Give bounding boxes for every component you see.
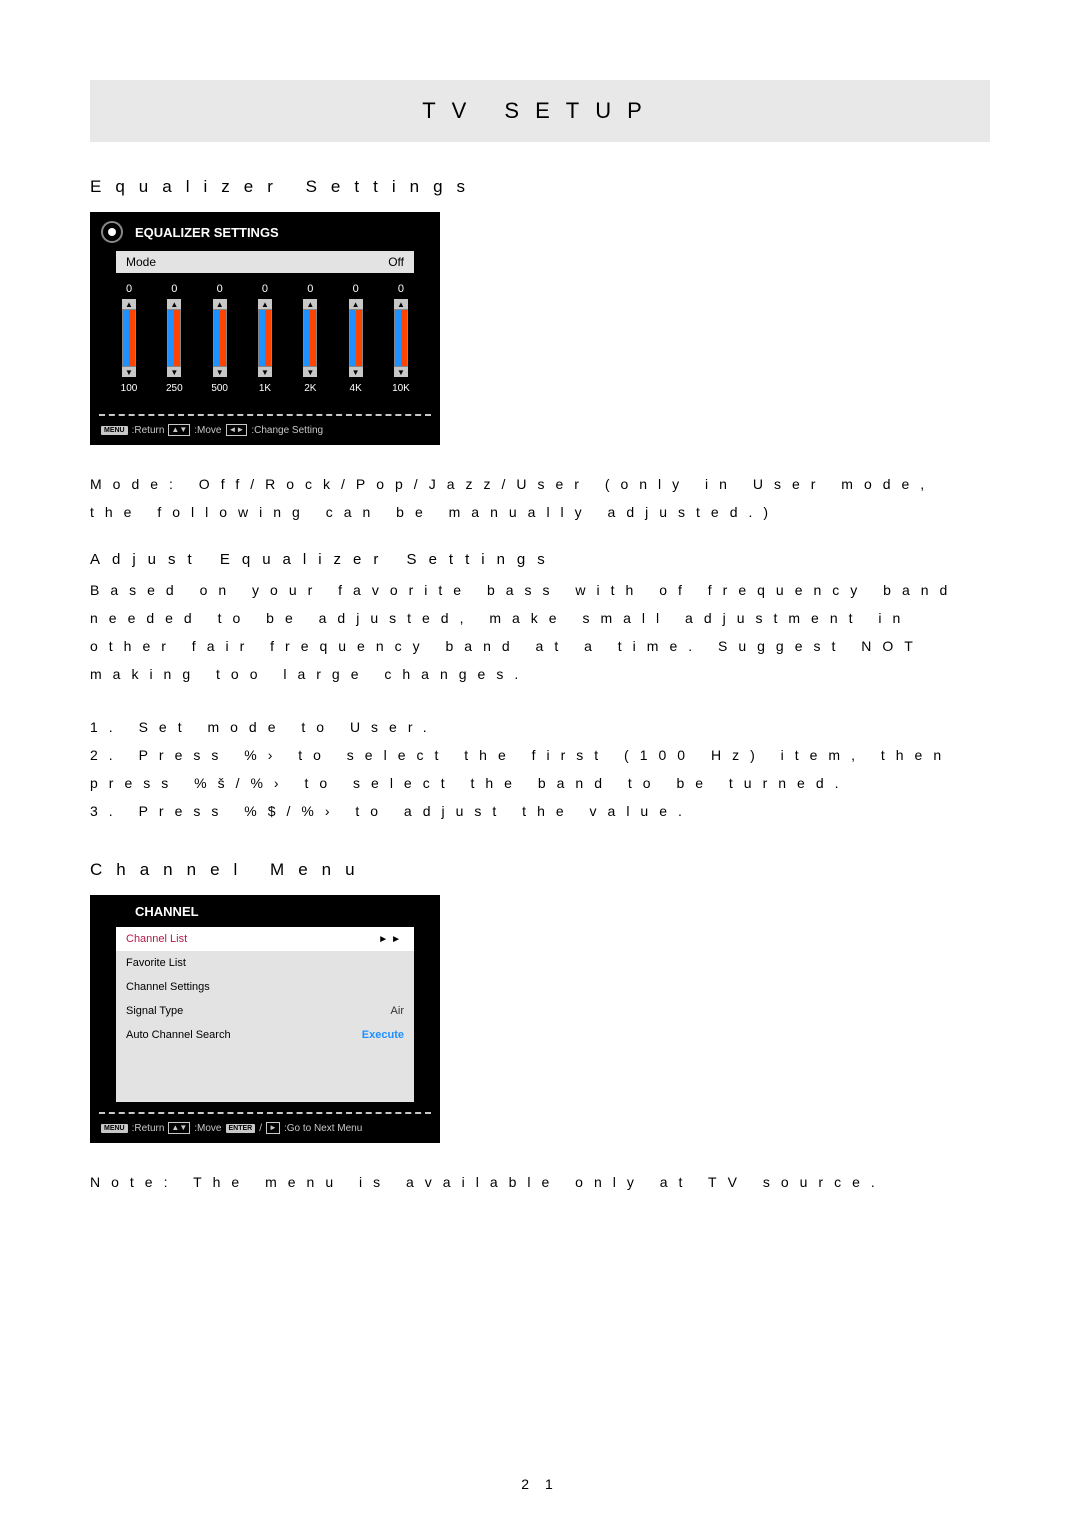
band-freq: 100 <box>121 383 138 394</box>
equalizer-band[interactable]: 0 ▲ ▼ 100 <box>109 283 149 394</box>
equalizer-band[interactable]: 0 ▲ ▼ 1K <box>245 283 285 394</box>
equalizer-panel-header: EQUALIZER SETTINGS <box>91 213 439 251</box>
footer-move: :Move <box>194 1123 221 1134</box>
channel-heading: Channel Menu <box>90 860 990 880</box>
page-number: 2 1 <box>90 1476 990 1492</box>
band-freq: 250 <box>166 383 183 394</box>
equalizer-panel-title: EQUALIZER SETTINGS <box>135 225 279 240</box>
channel-body: Channel List►► Favorite List Channel Setti… <box>116 927 414 1047</box>
target-icon <box>101 221 123 243</box>
updown-arrows-icon: ▲▼ <box>168 424 190 436</box>
row-arrows-icon: ►► <box>378 934 404 945</box>
equalizer-band[interactable]: 0 ▲ ▼ 250 <box>154 283 194 394</box>
page-title: TV SETUP <box>422 98 658 123</box>
band-freq: 2K <box>304 383 316 394</box>
equalizer-footer: MENU :Return ▲▼ :Move ◄► :Change Setting <box>91 416 439 444</box>
band-value: 0 <box>217 283 223 295</box>
equalizer-band[interactable]: 0 ▲ ▼ 2K <box>290 283 330 394</box>
band-slider[interactable] <box>349 309 363 367</box>
band-up-icon[interactable]: ▲ <box>258 299 272 309</box>
band-slider[interactable] <box>394 309 408 367</box>
band-freq: 1K <box>259 383 271 394</box>
equalizer-band[interactable]: 0 ▲ ▼ 10K <box>381 283 421 394</box>
adjust-heading: Adjust Equalizer Settings <box>90 551 990 568</box>
instruction-line: 2. Press %› to select the first (100 Hz)… <box>90 741 990 797</box>
right-arrow-icon: ► <box>266 1122 280 1134</box>
instruction-line: 3. Press %$/%› to adjust the value. <box>90 797 990 825</box>
equalizer-band[interactable]: 0 ▲ ▼ 4K <box>336 283 376 394</box>
band-down-icon[interactable]: ▼ <box>394 367 408 377</box>
row-value: Air <box>391 1005 404 1017</box>
band-down-icon[interactable]: ▼ <box>122 367 136 377</box>
row-label: Channel List <box>126 933 378 945</box>
band-up-icon[interactable]: ▲ <box>349 299 363 309</box>
row-value: Execute <box>362 1029 404 1041</box>
channel-spacer <box>116 1047 414 1102</box>
channel-row[interactable]: Channel List►► <box>116 927 414 951</box>
band-value: 0 <box>353 283 359 295</box>
band-freq: 10K <box>392 383 410 394</box>
channel-row[interactable]: Signal TypeAir <box>116 999 414 1023</box>
slash: / <box>259 1123 262 1134</box>
mode-value: Off <box>388 255 404 269</box>
band-value: 0 <box>398 283 404 295</box>
equalizer-bands: 0 ▲ ▼ 100 0 ▲ ▼ 250 0 ▲ ▼ 500 0 ▲ ▼ 1K 0 ▲ ▼ 2K 0 ▲ ▼ 4K 0 ▲ ▼ 10K <box>91 273 439 414</box>
band-value: 0 <box>171 283 177 295</box>
band-value: 0 <box>262 283 268 295</box>
band-value: 0 <box>307 283 313 295</box>
row-label: Channel Settings <box>126 981 404 993</box>
mode-description: Mode: Off/Rock/Pop/Jazz/User (only in Us… <box>90 470 990 526</box>
leftright-arrows-icon: ◄► <box>226 424 248 436</box>
equalizer-heading: Equalizer Settings <box>90 177 990 197</box>
equalizer-mode-row[interactable]: Mode Off <box>116 251 414 273</box>
updown-arrows-icon: ▲▼ <box>168 1122 190 1134</box>
title-bar: TV SETUP <box>90 80 990 142</box>
row-label: Favorite List <box>126 957 404 969</box>
equalizer-band[interactable]: 0 ▲ ▼ 500 <box>200 283 240 394</box>
instruction-line: 1. Set mode to User. <box>90 713 990 741</box>
band-up-icon[interactable]: ▲ <box>303 299 317 309</box>
channel-note: Note: The menu is available only at TV s… <box>90 1168 990 1196</box>
mode-label: Mode <box>126 255 156 269</box>
row-label: Signal Type <box>126 1005 391 1017</box>
band-slider[interactable] <box>258 309 272 367</box>
footer-move: :Move <box>194 425 221 436</box>
band-freq: 4K <box>350 383 362 394</box>
channel-row[interactable]: Auto Channel SearchExecute <box>116 1023 414 1047</box>
band-down-icon[interactable]: ▼ <box>303 367 317 377</box>
row-label: Auto Channel Search <box>126 1029 362 1041</box>
menu-key-icon: MENU <box>101 426 128 435</box>
band-down-icon[interactable]: ▼ <box>258 367 272 377</box>
band-freq: 500 <box>211 383 228 394</box>
band-up-icon[interactable]: ▲ <box>213 299 227 309</box>
footer-change: :Change Setting <box>251 425 323 436</box>
menu-key-icon: MENU <box>101 1124 128 1133</box>
band-up-icon[interactable]: ▲ <box>122 299 136 309</box>
channel-row[interactable]: Favorite List <box>116 951 414 975</box>
band-slider[interactable] <box>303 309 317 367</box>
band-down-icon[interactable]: ▼ <box>167 367 181 377</box>
channel-panel-header: CHANNEL <box>91 896 439 927</box>
band-slider[interactable] <box>213 309 227 367</box>
footer-return: :Return <box>132 1123 165 1134</box>
band-up-icon[interactable]: ▲ <box>167 299 181 309</box>
band-slider[interactable] <box>122 309 136 367</box>
band-value: 0 <box>126 283 132 295</box>
enter-key-icon: ENTER <box>226 1124 256 1133</box>
channel-footer: MENU :Return ▲▼ :Move ENTER / ► :Go to N… <box>91 1114 439 1142</box>
band-slider[interactable] <box>167 309 181 367</box>
channel-row[interactable]: Channel Settings <box>116 975 414 999</box>
channel-panel-title: CHANNEL <box>135 904 199 919</box>
equalizer-panel: EQUALIZER SETTINGS Mode Off 0▲▼1000▲▼250… <box>90 212 440 445</box>
band-down-icon[interactable]: ▼ <box>213 367 227 377</box>
band-up-icon[interactable]: ▲ <box>394 299 408 309</box>
adjust-text: Based on your favorite bass with of freq… <box>90 576 990 688</box>
footer-return: :Return <box>132 425 165 436</box>
footer-next: :Go to Next Menu <box>284 1123 362 1134</box>
band-down-icon[interactable]: ▼ <box>349 367 363 377</box>
adjust-steps: 1. Set mode to User.2. Press %› to selec… <box>90 713 990 825</box>
channel-panel: CHANNEL Channel List►►Favorite ListChann… <box>90 895 440 1143</box>
